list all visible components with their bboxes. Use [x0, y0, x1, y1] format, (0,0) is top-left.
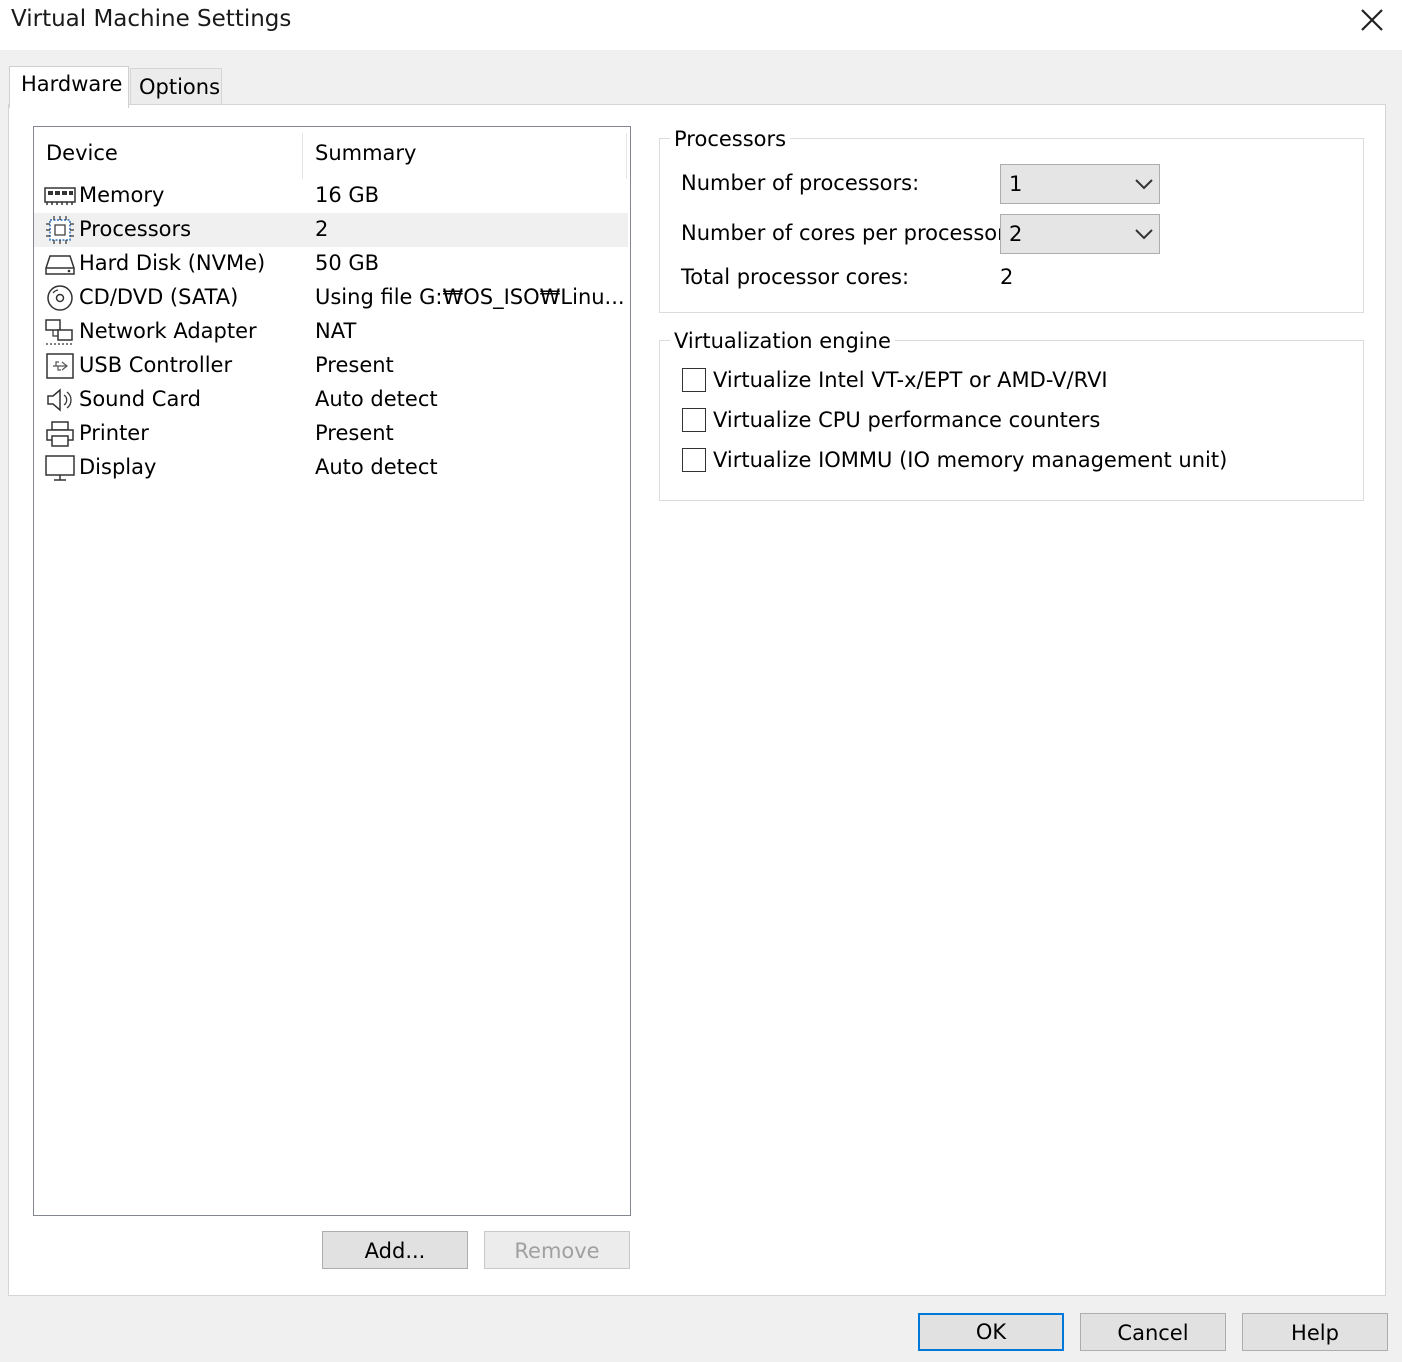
device-name: Display: [79, 455, 157, 479]
device-row-display[interactable]: Display Auto detect: [34, 451, 628, 485]
device-row-printer[interactable]: Printer Present: [34, 417, 628, 451]
hard-disk-icon: [45, 255, 75, 275]
help-button[interactable]: Help: [1242, 1313, 1388, 1351]
chevron-down-icon: [1135, 229, 1153, 240]
sound-card-icon: [47, 388, 72, 412]
processors-group-title: Processors: [670, 127, 791, 151]
cores-per-processor-value: 2: [1009, 222, 1023, 246]
device-name: Network Adapter: [79, 319, 257, 343]
device-summary: Present: [315, 421, 394, 445]
device-row-sound-card[interactable]: Sound Card Auto detect: [34, 383, 628, 417]
cores-per-processor-label: Number of cores per processor:: [681, 221, 1013, 245]
cores-per-processor-select[interactable]: 2: [1000, 214, 1160, 254]
ok-button[interactable]: OK: [918, 1313, 1064, 1351]
device-name: Processors: [79, 217, 192, 241]
cpu-counters-checkbox-label[interactable]: Virtualize CPU performance counters: [713, 408, 1100, 432]
cd-dvd-icon: [47, 285, 73, 311]
chevron-down-icon: [1135, 179, 1153, 190]
add-device-button[interactable]: Add...: [322, 1231, 468, 1269]
title-bar: Virtual Machine Settings: [0, 0, 1402, 50]
vt-x-checkbox-label[interactable]: Virtualize Intel VT-x/EPT or AMD-V/RVI: [713, 368, 1108, 392]
total-cores-value: 2: [1000, 265, 1014, 289]
cancel-button[interactable]: Cancel: [1080, 1313, 1226, 1351]
column-divider[interactable]: [626, 133, 627, 179]
device-summary: 16 GB: [315, 183, 380, 207]
device-list[interactable]: Device Summary Memory 16 GB Processors 2…: [33, 126, 631, 1216]
column-divider[interactable]: [302, 133, 303, 179]
close-icon[interactable]: [1356, 6, 1388, 34]
device-name: Printer: [79, 421, 149, 445]
device-name: Memory: [79, 183, 165, 207]
tab-options[interactable]: Options: [130, 68, 222, 104]
device-summary: Present: [315, 353, 394, 377]
device-summary: Auto detect: [315, 455, 438, 479]
tab-options-label: Options: [139, 75, 221, 99]
window-title: Virtual Machine Settings: [11, 6, 292, 32]
vt-x-checkbox[interactable]: [682, 368, 706, 392]
remove-device-button[interactable]: Remove: [484, 1231, 630, 1269]
device-row-hard-disk[interactable]: Hard Disk (NVMe) 50 GB: [34, 247, 628, 281]
device-summary: NAT: [315, 319, 357, 343]
tab-hardware[interactable]: Hardware: [9, 66, 129, 108]
cpu-counters-checkbox[interactable]: [682, 408, 706, 432]
device-summary: Using file G:₩OS_ISO₩Linu...: [315, 285, 625, 309]
processor-icon: [46, 216, 74, 244]
device-row-memory[interactable]: Memory 16 GB: [34, 179, 628, 213]
num-processors-label: Number of processors:: [681, 171, 920, 195]
device-row-processors[interactable]: Processors 2: [34, 213, 628, 247]
num-processors-select[interactable]: 1: [1000, 164, 1160, 204]
device-name: USB Controller: [79, 353, 233, 377]
device-summary: 50 GB: [315, 251, 380, 275]
device-name: CD/DVD (SATA): [79, 285, 239, 309]
printer-icon: [46, 421, 74, 447]
iommu-checkbox-label[interactable]: Virtualize IOMMU (IO memory management u…: [713, 448, 1227, 472]
device-name: Hard Disk (NVMe): [79, 251, 266, 275]
column-header-device[interactable]: Device: [46, 127, 118, 177]
device-summary: 2: [315, 217, 329, 241]
device-summary: Auto detect: [315, 387, 438, 411]
iommu-checkbox[interactable]: [682, 448, 706, 472]
device-row-usb-controller[interactable]: USB Controller Present: [34, 349, 628, 383]
num-processors-value: 1: [1009, 172, 1023, 196]
virtualization-engine-title: Virtualization engine: [670, 329, 895, 353]
total-cores-label: Total processor cores:: [681, 265, 910, 289]
column-header-summary[interactable]: Summary: [315, 127, 416, 177]
memory-icon: [44, 187, 76, 205]
device-row-network-adapter[interactable]: Network Adapter NAT: [34, 315, 628, 349]
device-name: Sound Card: [79, 387, 201, 411]
tab-hardware-label: Hardware: [21, 72, 123, 96]
network-adapter-icon: [45, 319, 74, 345]
usb-controller-icon: [46, 353, 74, 379]
display-icon: [45, 455, 75, 481]
device-row-cd-dvd[interactable]: CD/DVD (SATA) Using file G:₩OS_ISO₩Linu.…: [34, 281, 628, 315]
